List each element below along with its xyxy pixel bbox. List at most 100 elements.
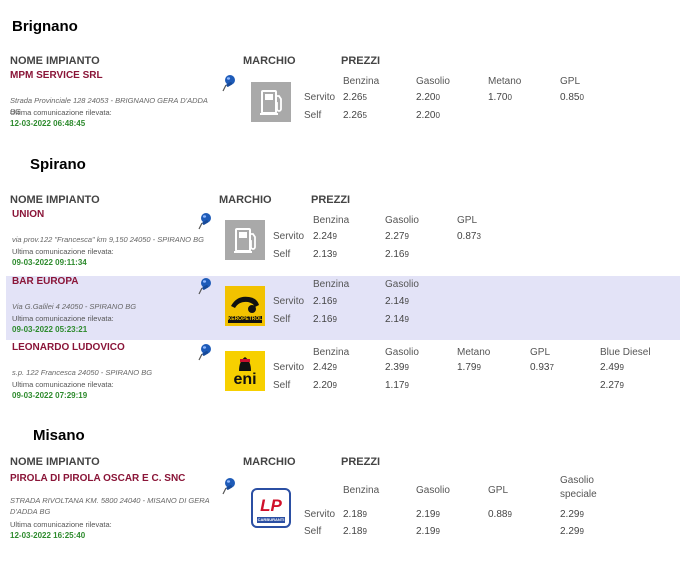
price-self: 2.279 xyxy=(600,380,624,391)
price-servito: 2.200 xyxy=(416,92,440,103)
fuel-type-header: GPL xyxy=(457,215,478,226)
price-servito: 1.700 xyxy=(488,92,512,103)
station-name-link[interactable]: BAR EUROPA xyxy=(12,276,78,287)
column-header-nome-impianto: NOME IMPIANTO xyxy=(10,456,100,468)
column-header-prezzi: PREZZI xyxy=(341,456,381,468)
price-servito: 2.169 xyxy=(313,296,337,307)
column-header-marchio: MARCHIO xyxy=(243,55,296,67)
fuel-type-header: Gasolio xyxy=(416,485,450,496)
price-servito: 1.799 xyxy=(457,362,481,373)
town-heading: Brignano xyxy=(12,18,78,35)
price-servito: 2.299 xyxy=(560,509,584,520)
self-label: Self xyxy=(273,314,291,325)
fuel-type-header: Gasolio xyxy=(385,279,419,290)
fuel-type-header: Metano xyxy=(488,76,522,87)
map-pin-icon[interactable] xyxy=(198,212,212,230)
map-pin-icon[interactable] xyxy=(198,343,212,361)
self-label: Self xyxy=(273,249,291,260)
price-self: 2.189 xyxy=(343,526,367,537)
servito-label: Servito xyxy=(273,362,305,373)
price-self: 2.169 xyxy=(385,249,409,260)
station-address: s.p. 122 Francesca 24050 - SPIRANO BG xyxy=(12,368,153,377)
self-label: Self xyxy=(273,380,291,391)
fuel-type-header: Gasolio speciale xyxy=(560,475,597,500)
last-update-timestamp: 09-03-2022 07:29:19 xyxy=(12,391,88,400)
price-self: 2.139 xyxy=(313,249,337,260)
last-update-timestamp: 09-03-2022 09:11:34 xyxy=(12,258,87,267)
generic-pump-brand-logo xyxy=(225,220,265,260)
servito-label: Servito xyxy=(304,509,336,520)
price-servito: 2.265 xyxy=(343,92,367,103)
servito-label: Servito xyxy=(273,296,305,307)
brand-logo-text: KEROPETROL xyxy=(227,316,263,322)
price-self: 1.179 xyxy=(385,380,409,391)
last-update-label: Ultima comunicazione rilevata: xyxy=(12,314,114,323)
station-address: STRADA RIVOLTANA KM. 5800 24040 - MISANO… xyxy=(10,496,210,516)
column-header-nome-impianto: NOME IMPIANTO xyxy=(10,194,100,206)
price-servito: 2.149 xyxy=(385,296,409,307)
self-label: Self xyxy=(304,110,322,121)
station-address: via prov.122 "Francesca" km 9,150 24050 … xyxy=(12,235,204,244)
brand-logo-subtext: CARBURANTI xyxy=(257,517,285,522)
servito-label: Servito xyxy=(304,92,336,103)
fuel-type-header: Benzina xyxy=(313,347,350,358)
fuel-type-header: Blue Diesel xyxy=(600,347,651,358)
price-servito: 2.429 xyxy=(313,362,337,373)
fuel-type-header: Metano xyxy=(457,347,491,358)
town-heading: Misano xyxy=(33,427,85,444)
fuel-type-header: Benzina xyxy=(343,76,380,87)
price-servito: 2.279 xyxy=(385,231,409,242)
fuel-type-header: GPL xyxy=(560,76,581,87)
price-self: 2.299 xyxy=(560,526,584,537)
fuel-type-header: GPL xyxy=(488,485,509,496)
last-update-label: Ultima comunicazione rilevata: xyxy=(12,380,114,389)
column-header-prezzi: PREZZI xyxy=(311,194,351,206)
column-header-nome-impianto: NOME IMPIANTO xyxy=(10,55,100,67)
last-update-timestamp: 12-03-2022 06:48:45 xyxy=(10,119,86,128)
brand-logo-text: LP xyxy=(260,496,282,515)
price-self: 2.200 xyxy=(416,110,440,121)
last-update-timestamp: 09-03-2022 05:23:21 xyxy=(12,325,88,334)
town-heading: Spirano xyxy=(30,156,86,173)
price-servito: 0.889 xyxy=(488,509,512,520)
price-servito: 2.399 xyxy=(385,362,409,373)
price-self: 2.199 xyxy=(416,526,440,537)
price-self: 2.149 xyxy=(385,314,409,325)
price-servito: 2.249 xyxy=(313,231,337,242)
fuel-type-header: Gasolio xyxy=(385,215,419,226)
column-header-marchio: MARCHIO xyxy=(243,456,296,468)
fuel-type-header: Benzina xyxy=(313,215,350,226)
last-update-label: Ultima comunicazione rilevata: xyxy=(12,247,114,256)
brand-logo-text: eni xyxy=(233,371,257,388)
price-servito: 0.937 xyxy=(530,362,554,373)
price-self: 2.265 xyxy=(343,110,367,121)
column-header-marchio: MARCHIO xyxy=(219,194,272,206)
fuel-type-header: Benzina xyxy=(313,279,350,290)
generic-pump-brand-logo xyxy=(251,82,291,122)
station-name-link[interactable]: LEONARDO LUDOVICO xyxy=(12,342,125,353)
station-name-link[interactable]: MPM SERVICE SRL xyxy=(10,70,103,81)
price-self: 2.209 xyxy=(313,380,337,391)
station-name-link[interactable]: PIROLA DI PIROLA OSCAR E C. SNC xyxy=(10,473,185,484)
station-name-link[interactable]: UNION xyxy=(12,209,44,220)
map-pin-icon[interactable] xyxy=(222,74,236,92)
servito-label: Servito xyxy=(273,231,305,242)
price-servito: 2.189 xyxy=(343,509,367,520)
price-servito: 0.850 xyxy=(560,92,584,103)
map-pin-icon[interactable] xyxy=(198,277,212,295)
price-servito: 0.873 xyxy=(457,231,481,242)
self-label: Self xyxy=(304,526,322,537)
fuel-type-header: Benzina xyxy=(343,485,380,496)
price-self: 2.169 xyxy=(313,314,337,325)
fuel-type-header: Gasolio xyxy=(385,347,419,358)
price-servito: 2.199 xyxy=(416,509,440,520)
price-servito: 2.499 xyxy=(600,362,624,373)
fuel-type-header: Gasolio xyxy=(416,76,450,87)
station-address: Via G.Galilei 4 24050 - SPIRANO BG xyxy=(12,302,137,311)
last-update-label: Ultima comunicazione rilevata: xyxy=(10,520,112,529)
fuel-type-header: GPL xyxy=(530,347,551,358)
last-update-timestamp: 12-03-2022 16:25:40 xyxy=(10,531,86,540)
last-update-label: Ultima comunicazione rilevata: xyxy=(10,108,112,117)
column-header-prezzi: PREZZI xyxy=(341,55,381,67)
map-pin-icon[interactable] xyxy=(222,477,236,495)
